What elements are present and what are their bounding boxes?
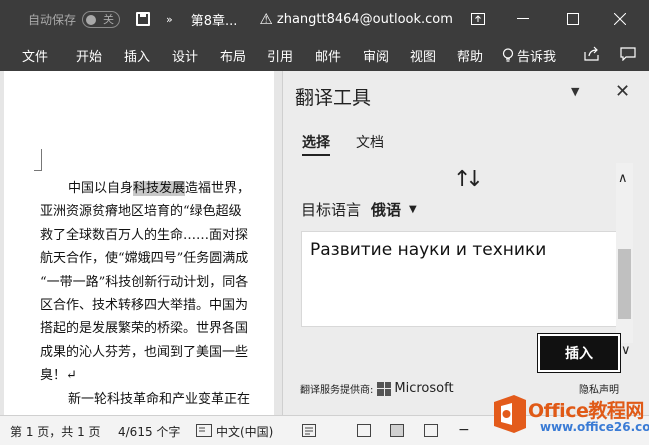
line-text: 中国以自身 xyxy=(68,181,134,196)
provider-name: Microsoft xyxy=(394,381,454,396)
title-bar: 自动保存 关 » 第8章... ⚠ zhangtt8464@outlook.co… xyxy=(0,0,649,38)
toggle-knob xyxy=(86,14,97,25)
document-area: 中国以自身科技发展造福世界， 亚洲资源贫瘠地区培育的“绿色超级 救了全球数百万人的生… xyxy=(0,71,282,415)
pane-options-icon[interactable]: ▼ xyxy=(571,85,579,98)
document-line[interactable]: “一带一路”科技创新行动计划，同各 xyxy=(40,271,266,294)
tell-me-search[interactable]: 告诉我 xyxy=(502,46,556,65)
chevron-down-icon[interactable]: ▼ xyxy=(409,204,417,215)
line-text: 新一轮科技革命和产业变革正在 xyxy=(68,391,251,407)
translation-output[interactable]: Развитие науки и техники xyxy=(301,231,617,327)
provider-info: 翻译服务提供商: Microsoft xyxy=(300,381,454,396)
provider-label: 翻译服务提供商: xyxy=(300,385,374,396)
close-window-icon[interactable] xyxy=(597,0,643,38)
read-mode-icon[interactable] xyxy=(357,424,371,437)
tab-home[interactable]: 开始 xyxy=(76,46,102,65)
microsoft-logo-icon xyxy=(377,381,392,396)
line-text: 区合作、技术转移四大举措。中国为 xyxy=(40,298,249,314)
line-text: 臭！↵ xyxy=(40,368,77,384)
target-language-row[interactable]: 目标语言 俄语 ▼ xyxy=(301,199,417,220)
tell-me-label: 告诉我 xyxy=(517,50,557,65)
ribbon-display-options-icon[interactable] xyxy=(455,0,501,38)
scroll-up-icon[interactable]: ∧ xyxy=(618,171,628,186)
document-line[interactable]: 区合作、技术转移四大举措。中国为 xyxy=(40,294,266,317)
autosave-toggle[interactable]: 关 xyxy=(82,10,121,28)
target-language-value[interactable]: 俄语 xyxy=(371,199,401,220)
document-line[interactable]: 救了全球数百万人的生命……面对探 xyxy=(40,224,266,247)
tab-design[interactable]: 设计 xyxy=(172,46,198,65)
document-line[interactable]: 中国以自身科技发展造福世界， xyxy=(40,177,266,200)
document-line[interactable]: 搭起的是发展繁荣的桥梁。世界各国 xyxy=(40,317,266,340)
tab-insert[interactable]: 插入 xyxy=(124,46,150,65)
zoom-out-icon[interactable]: − xyxy=(458,422,470,438)
line-text: 成果的沁人芬芳，也闻到了美国一些 xyxy=(40,344,249,360)
focus-mode-icon[interactable] xyxy=(302,424,316,440)
document-body[interactable]: 中国以自身科技发展造福世界， 亚洲资源贫瘠地区培育的“绿色超级 救了全球数百万人的生… xyxy=(40,177,266,411)
account-email[interactable]: zhangtt8464@outlook.com xyxy=(277,12,453,27)
margin-corner-mark xyxy=(34,149,42,171)
line-text: 造福世界， xyxy=(185,181,251,196)
insert-button[interactable]: 插入 xyxy=(537,333,621,373)
more-commands-icon[interactable]: » xyxy=(166,13,173,26)
line-text: “一带一路”科技创新行动计划，同各 xyxy=(40,274,249,290)
line-text: 救了全球数百万人的生命……面对探 xyxy=(40,227,249,243)
selected-text[interactable]: 科技发展 xyxy=(133,181,186,196)
tab-help[interactable]: 帮助 xyxy=(457,46,483,65)
web-layout-icon[interactable] xyxy=(424,424,438,437)
document-page[interactable]: 中国以自身科技发展造福世界， 亚洲资源贫瘠地区培育的“绿色超级 救了全球数百万人的生… xyxy=(4,71,274,415)
tab-review[interactable]: 审阅 xyxy=(363,46,389,65)
watermark-brand: Office教程网 xyxy=(528,400,644,422)
watermark-url: www.office26.com xyxy=(540,420,649,434)
document-line[interactable]: 亚洲资源贫瘠地区培育的“绿色超级 xyxy=(40,200,266,223)
warning-icon[interactable]: ⚠ xyxy=(259,10,272,28)
proofing-icon[interactable] xyxy=(196,424,212,440)
tab-mailings[interactable]: 邮件 xyxy=(315,46,341,65)
share-icon[interactable] xyxy=(584,46,600,65)
tab-document[interactable]: 文档 xyxy=(356,132,384,152)
tab-view[interactable]: 视图 xyxy=(410,46,436,65)
save-icon[interactable] xyxy=(136,12,151,26)
page-count[interactable]: 第 1 页，共 1 页 xyxy=(10,423,101,440)
document-line[interactable]: 臭！↵ xyxy=(40,364,266,387)
pane-title: 翻译工具 xyxy=(295,87,372,109)
line-text: 亚洲资源贫瘠地区培育的“绿色超级 xyxy=(40,204,242,220)
autosave-state: 关 xyxy=(103,13,115,26)
pane-close-icon[interactable]: ✕ xyxy=(615,81,630,102)
document-line[interactable]: 航天合作，使“嫦娥四号”任务圆满成 xyxy=(40,247,266,270)
pane-scrollbar[interactable]: ∧ xyxy=(616,163,633,343)
maximize-icon[interactable] xyxy=(550,0,596,38)
comments-icon[interactable] xyxy=(620,47,636,65)
print-layout-icon[interactable] xyxy=(390,424,404,437)
line-text: 搭起的是发展繁荣的桥梁。世界各国 xyxy=(40,321,249,337)
tab-file[interactable]: 文件 xyxy=(22,46,48,65)
language-status[interactable]: 中文(中国) xyxy=(216,423,273,440)
autosave-label: 自动保存 xyxy=(28,12,77,27)
scroll-thumb[interactable] xyxy=(618,249,631,319)
document-line[interactable]: 成果的沁人芬芳，也闻到了美国一些 xyxy=(40,341,266,364)
tab-references[interactable]: 引用 xyxy=(267,46,293,65)
minimize-icon[interactable] xyxy=(500,0,546,38)
word-count[interactable]: 4/615 个字 xyxy=(118,423,180,440)
swap-languages-icon[interactable]: ↑↓ xyxy=(453,167,484,192)
insert-dropdown-icon[interactable]: ∨ xyxy=(621,343,631,358)
target-language-label: 目标语言 xyxy=(301,201,362,219)
document-title: 第8章... xyxy=(190,13,238,29)
line-text: 航天合作，使“嫦娥四号”任务圆满成 xyxy=(40,251,249,267)
tab-layout[interactable]: 布局 xyxy=(220,46,246,65)
translator-pane: 翻译工具 ▼ ✕ 选择 文档 ↑↓ 目标语言 俄语 ▼ Развитие нау… xyxy=(282,71,649,415)
tab-selection[interactable]: 选择 xyxy=(302,132,330,156)
document-line[interactable]: 新一轮科技革命和产业变革正在 xyxy=(40,388,266,411)
office-logo-icon xyxy=(494,395,526,433)
ribbon-tabs: 文件 开始 插入 设计 布局 引用 邮件 审阅 视图 帮助 告诉我 xyxy=(0,38,649,71)
lightbulb-icon xyxy=(502,48,514,62)
document-scrollbar[interactable] xyxy=(274,71,282,415)
watermark-logo: Office教程网 www.office26.com xyxy=(488,392,649,440)
